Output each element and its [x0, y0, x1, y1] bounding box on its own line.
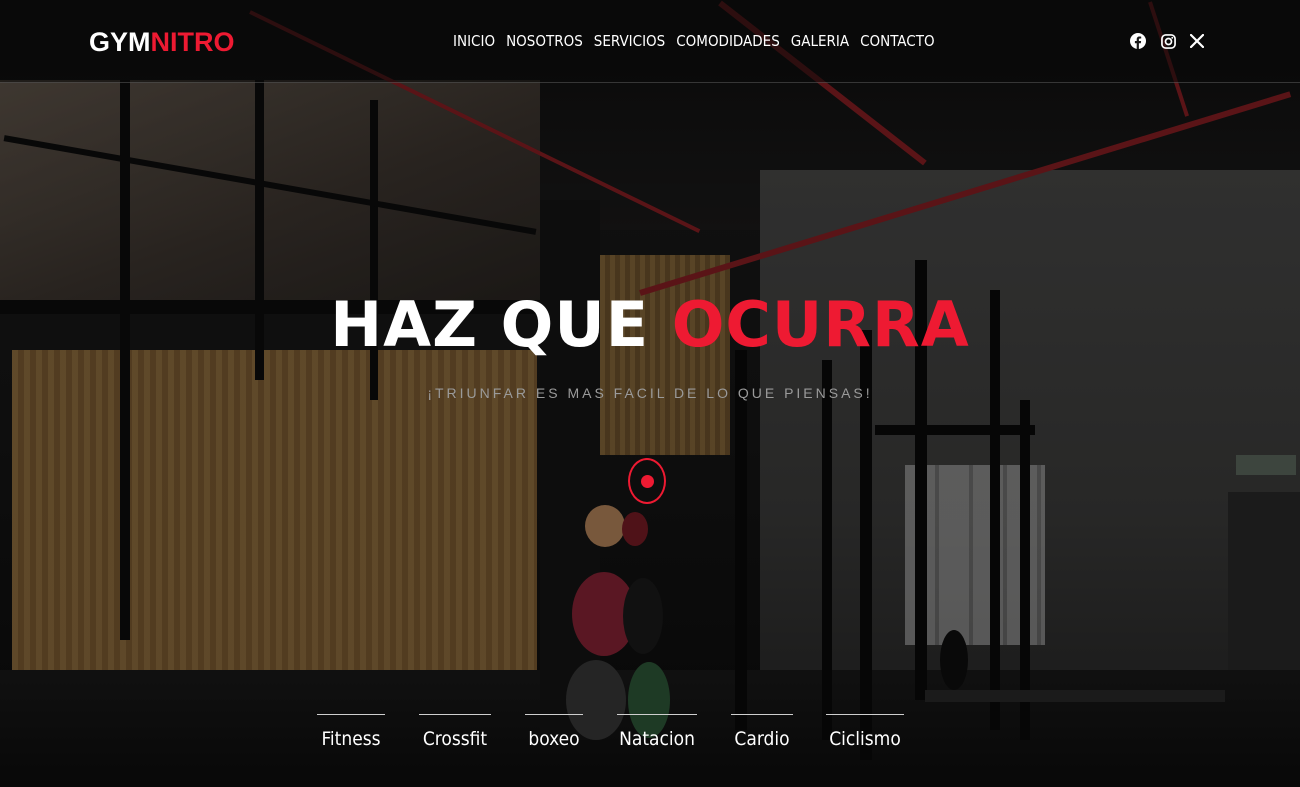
- logo-text-nitro: NITRO: [150, 27, 235, 57]
- facebook-icon[interactable]: [1128, 31, 1148, 51]
- instagram-icon[interactable]: [1158, 31, 1178, 51]
- hero-title-accent: OCURRA: [671, 288, 970, 361]
- logo[interactable]: GYMNITRO: [89, 26, 235, 58]
- main-nav: INICIO NOSOTROS SERVICIOS COMODIDADES GA…: [453, 32, 935, 50]
- category-boxeo[interactable]: boxeo: [525, 714, 583, 750]
- nav-item-comodidades[interactable]: COMODIDADES: [676, 32, 780, 50]
- nav-item-nosotros[interactable]: NOSOTROS: [506, 32, 583, 50]
- category-bar: Fitness Crossfit boxeo Natacion Cardio C…: [0, 714, 1300, 754]
- logo-text-gym: GYM: [89, 27, 151, 57]
- category-ciclismo[interactable]: Ciclismo: [826, 714, 904, 750]
- category-cardio[interactable]: Cardio: [731, 714, 793, 750]
- x-twitter-icon[interactable]: [1187, 31, 1207, 51]
- nav-item-contacto[interactable]: CONTACTO: [860, 32, 934, 50]
- category-crossfit[interactable]: Crossfit: [419, 714, 491, 750]
- hero-title: HAZ QUE OCURRA: [0, 290, 1300, 360]
- nav-item-servicios[interactable]: SERVICIOS: [594, 32, 665, 50]
- nav-item-galeria[interactable]: GALERIA: [791, 32, 849, 50]
- category-natacion[interactable]: Natacion: [617, 714, 697, 750]
- hero-title-part1: HAZ QUE: [330, 288, 650, 361]
- category-fitness[interactable]: Fitness: [317, 714, 385, 750]
- scroll-down-button[interactable]: [628, 458, 666, 504]
- hero-subtitle: ¡TRIUNFAR ES MAS FACIL DE LO QUE PIENSAS…: [427, 385, 873, 401]
- site-header: GYMNITRO INICIO NOSOTROS SERVICIOS COMOD…: [0, 0, 1300, 83]
- scroll-down-icon: [641, 475, 654, 488]
- nav-item-inicio[interactable]: INICIO: [453, 32, 495, 50]
